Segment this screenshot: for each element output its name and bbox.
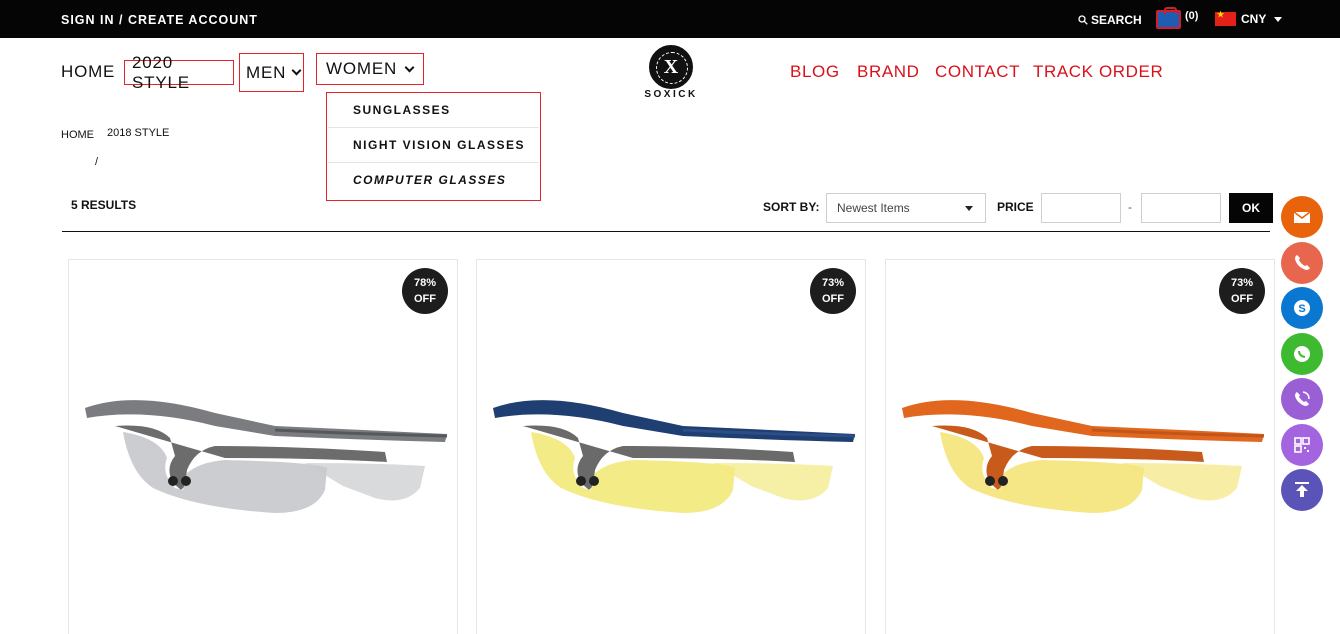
nav-blog[interactable]: BLOG [790,62,840,82]
nav-track-order[interactable]: TRACK ORDER [1033,62,1163,82]
breadcrumb-home[interactable]: HOME [61,129,94,141]
chevron-down-icon [404,62,415,72]
search-icon [1078,15,1088,25]
currency-selector[interactable]: CNY [1215,10,1283,26]
whatsapp-button[interactable] [1281,332,1323,375]
sunglasses-image[interactable] [483,378,858,538]
search-button[interactable]: SEARCH [1078,13,1142,27]
sort-select[interactable]: Newest Items [826,193,986,223]
price-max-input[interactable] [1141,193,1221,223]
nav-2020-style[interactable]: 2020 STYLE [124,53,234,92]
china-flag-icon [1215,10,1236,26]
sunglasses-image[interactable] [892,378,1267,538]
whatsapp-icon [1294,345,1310,362]
sunglasses-image[interactable] [75,378,450,538]
site-logo[interactable]: X SOXICK [643,45,699,100]
menu-item-sunglasses[interactable]: SUNGLASSES [328,93,539,128]
sort-label: SORT BY: [763,200,820,214]
nav-women[interactable]: WOMEN [316,53,424,85]
price-ok-button[interactable]: OK [1229,193,1273,223]
search-label: SEARCH [1091,13,1142,27]
results-count: 5 RESULTS [71,198,137,212]
nav-contact[interactable]: CONTACT [935,62,1020,82]
nav-men[interactable]: MEN [239,53,304,92]
viber-icon [1295,391,1310,406]
divider [62,231,1270,232]
logo-mark: X [649,45,693,89]
viber-button[interactable] [1281,378,1323,420]
back-to-top-icon [1295,482,1309,497]
cart-icon [1156,7,1181,29]
menu-item-computer-glasses[interactable]: COMPUTER GLASSES [328,163,539,198]
breadcrumb-current: 2018 STYLE [107,127,170,139]
product-card[interactable]: 73% OFF [885,259,1275,634]
nav-brand[interactable]: BRAND [857,62,920,82]
qrcode-button[interactable] [1281,423,1323,466]
logo-text: SOXICK [644,89,698,100]
chevron-down-icon [291,65,302,76]
discount-percent: 78% [413,277,437,289]
nav-2020-style-label: 2020 STYLE [132,52,190,92]
email-button[interactable] [1281,196,1323,238]
cart-button[interactable]: (0) [1156,7,1199,29]
phone-button[interactable] [1281,241,1323,284]
logo-mark-letter: X [663,56,679,78]
sign-in-link[interactable]: SIGN IN / CREATE ACCOUNT [61,13,258,27]
sort-select-value: Newest Items [837,201,910,215]
qrcode-icon [1294,436,1310,453]
discount-badge: 73% OFF [810,268,856,314]
caret-down-icon [1274,16,1283,22]
product-card[interactable]: 73% OFF [476,259,866,634]
price-min-input[interactable] [1041,193,1121,223]
svg-text:S: S [1298,303,1305,315]
discount-percent: 73% [1230,277,1254,289]
discount-off: OFF [414,293,436,305]
price-label: PRICE [997,200,1034,214]
back-to-top-button[interactable] [1281,469,1323,511]
cart-count: (0) [1185,10,1199,22]
top-bar: SIGN IN / CREATE ACCOUNT SEARCH (0) CNY [0,0,1340,38]
price-separator: - [1128,200,1132,214]
discount-off: OFF [1231,293,1253,305]
currency-label: CNY [1241,12,1267,26]
discount-percent: 73% [821,277,845,289]
skype-button[interactable]: S [1281,287,1323,329]
skype-icon: S [1294,300,1310,316]
discount-badge: 78% OFF [402,268,448,314]
caret-down-icon [965,206,973,211]
women-dropdown-menu: SUNGLASSES NIGHT VISION GLASSES COMPUTER… [326,92,541,201]
email-icon [1293,211,1311,223]
nav-men-label: MEN [246,62,287,82]
breadcrumb-separator: / [95,156,99,168]
discount-badge: 73% OFF [1219,268,1265,314]
product-card[interactable]: 78% OFF [68,259,458,634]
nav-home[interactable]: HOME [61,62,115,82]
phone-icon [1295,254,1310,270]
discount-off: OFF [822,293,844,305]
nav-women-label: WOMEN [326,59,398,78]
menu-item-night-vision-glasses[interactable]: NIGHT VISION GLASSES [328,128,539,163]
